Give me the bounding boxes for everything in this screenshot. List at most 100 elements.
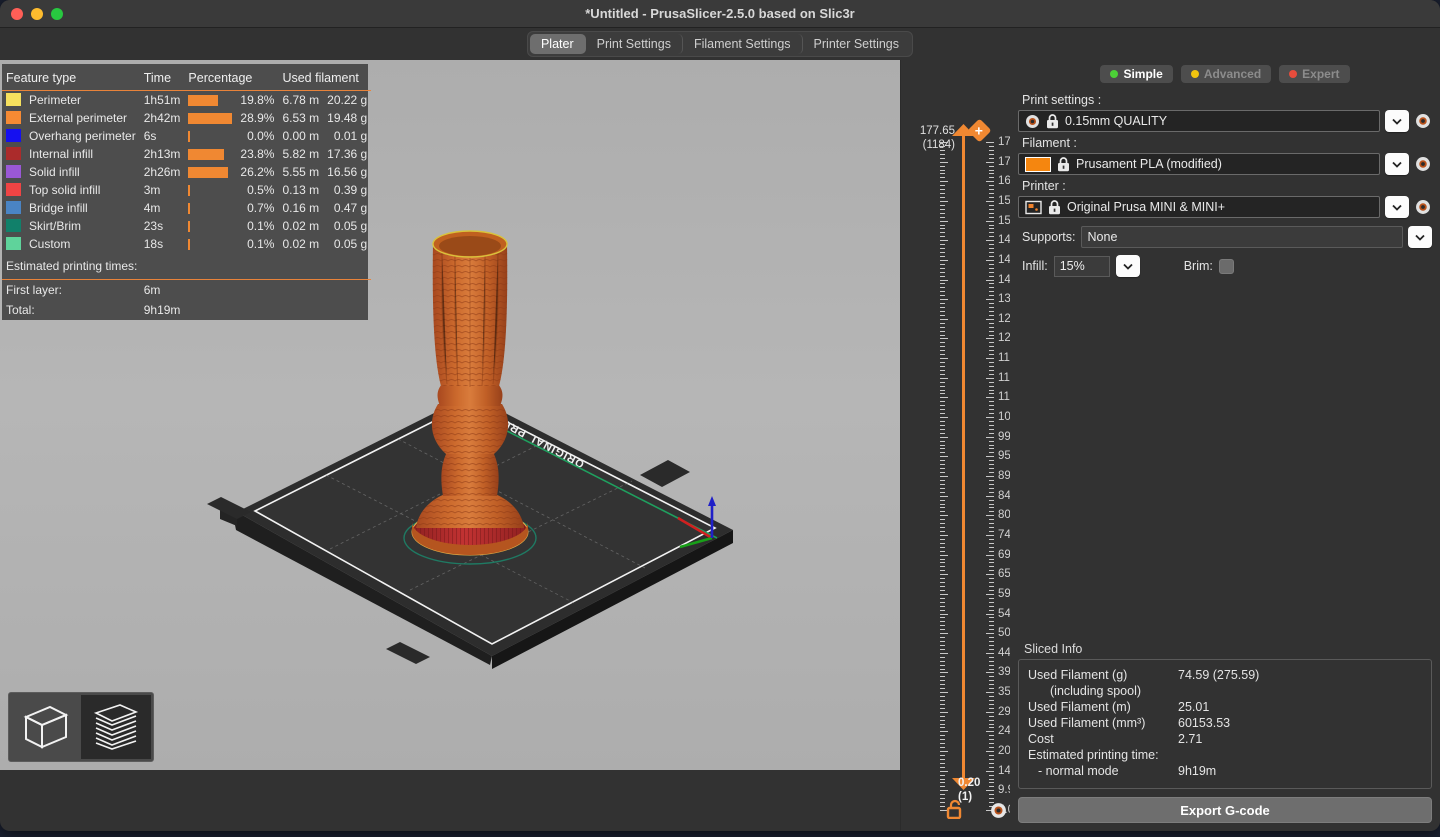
preview-view-button[interactable] [81,695,151,759]
supports-combo[interactable]: None [1080,226,1403,248]
layer-tick [940,711,1002,713]
gear-icon[interactable] [990,802,1007,824]
mode-advanced-button[interactable]: Advanced [1180,65,1272,83]
layer-minor-tick [940,696,1002,698]
print-settings-combo[interactable]: 0.15mm QUALITY [1018,110,1380,132]
feature-weight: 0.39 g [333,183,368,197]
layer-minor-tick [940,193,1002,195]
layer-minor-tick [940,507,1002,509]
layer-minor-tick [940,739,1002,741]
legend-row[interactable]: Bridge infill 4m 0.7% 0.16 m 0.47 g [2,199,371,217]
legend-row[interactable]: Perimeter 1h51m 19.8% 6.78 m 20.22 g [2,91,371,110]
layer-tick [940,358,1002,360]
sliced-info-key: Used Filament (m) [1028,700,1131,714]
feature-color-swatch [6,183,21,196]
layer-minor-tick [940,232,1002,234]
feature-type-table: Feature type Time Percentage Used filame… [2,68,372,320]
layer-tick [940,200,1002,202]
minimize-button[interactable] [31,7,43,20]
printer-edit-icon[interactable] [1414,199,1432,215]
brim-checkbox[interactable] [1218,258,1234,274]
layer-tick [940,613,1002,615]
layer-minor-tick [940,531,1002,532]
sliced-info-value [1178,747,1422,763]
editor-view-button[interactable] [11,695,81,759]
filament-combo[interactable]: Prusament PLA (modified) [1018,153,1380,175]
mode-simple-button[interactable]: Simple [1100,65,1173,83]
print-settings-row: 0.15mm QUALITY [1018,110,1432,132]
print-settings-edit-icon[interactable] [1414,113,1432,129]
feature-percentage: 0.1% [247,219,275,233]
feature-color-swatch [6,129,21,142]
layer-minor-tick [940,153,1002,155]
layer-minor-tick [940,680,1002,682]
layer-minor-tick [940,503,1002,505]
layer-minor-tick [940,444,1002,446]
estimated-times-label: Estimated printing times: [2,253,372,280]
layer-minor-tick [940,248,1002,250]
layer-minor-tick [940,346,1002,348]
legend-feature-cell: Solid infill [2,163,140,181]
layer-minor-tick [940,468,1002,470]
supports-dropdown-arrow[interactable] [1408,226,1432,248]
printer-dropdown-arrow[interactable] [1385,196,1409,218]
infill-dropdown-arrow[interactable] [1115,255,1140,277]
layer-minor-tick [940,185,1002,187]
feature-time: 3m [143,183,161,197]
feature-color-swatch [6,111,21,124]
unlocked-padlock-icon[interactable] [946,799,964,824]
layer-tick [940,731,1002,733]
layer-slider[interactable]: 177.65 (1184) 174.95170.00164.90159.9515… [900,60,1033,831]
legend-row[interactable]: Overhang perimeter 6s 0.0% 0.00 m 0.01 g [2,127,371,145]
feature-length: 5.55 m [282,165,320,179]
textured-vase-model [411,230,529,556]
filament-dropdown-arrow[interactable] [1385,153,1409,175]
printer-label: Printer : [1022,179,1066,193]
mode-simple-label: Simple [1123,67,1163,81]
layer-minor-tick [940,699,1002,701]
window-title: *Untitled - PrusaSlicer-2.5.0 based on S… [585,6,855,21]
feature-length: 0.16 m [282,201,320,215]
layer-minor-tick [940,464,1002,466]
gear-icon [1416,157,1430,171]
total-time-value: 9h19m [143,303,181,317]
feature-name: Internal infill [29,147,94,161]
layer-tick [940,279,1002,281]
feature-name: Overhang perimeter [29,129,136,143]
legend-row[interactable]: Top solid infill 3m 0.5% 0.13 m 0.39 g [2,181,371,199]
feature-length: 0.13 m [282,183,320,197]
tab-plater[interactable]: Plater [529,34,586,54]
right-sidebar: Simple Advanced Expert Print settings : [1010,60,1440,831]
tab-filament-settings[interactable]: Filament Settings [683,34,803,54]
legend-row[interactable]: Internal infill 2h13m 23.8% 5.82 m 17.36 g [2,145,371,163]
layer-minor-tick [940,424,1002,426]
infill-value[interactable]: 15% [1053,255,1110,277]
legend-feature-cell: Top solid infill [2,181,140,199]
legend-row[interactable]: External perimeter 2h42m 28.9% 6.53 m 19.48 … [2,109,371,127]
zoom-button[interactable] [51,7,63,20]
legend-row[interactable]: Custom 18s 0.1% 0.02 m 0.05 g [2,235,371,253]
print-settings-dropdown-arrow[interactable] [1385,110,1409,132]
tab-print-settings[interactable]: Print Settings [586,34,683,54]
feature-percentage-bar [184,235,236,253]
layer-minor-tick [940,440,1002,442]
layer-minor-tick [940,589,1002,591]
printer-combo[interactable]: Original Prusa MINI & MINI+ [1018,196,1380,218]
layer-minor-tick [940,597,1002,599]
layer-minor-tick [940,538,1002,540]
layer-minor-tick [940,491,1002,493]
legend-row[interactable]: Solid infill 2h26m 26.2% 5.55 m 16.56 g [2,163,371,181]
legend-row[interactable]: Skirt/Brim 23s 0.1% 0.02 m 0.05 g [2,217,371,235]
preview-viewport[interactable]: ORIGINAL PRUSA MINI Feature type Time Pe… [0,60,900,770]
filament-edit-icon[interactable] [1414,156,1432,172]
mode-expert-button[interactable]: Expert [1279,65,1350,83]
close-button[interactable] [11,7,23,20]
legend-feature-cell: Custom [2,235,140,253]
export-gcode-button[interactable]: Export G-code [1018,797,1432,823]
layer-minor-tick [940,177,1002,179]
layer-tick [940,554,1002,556]
tab-printer-settings[interactable]: Printer Settings [803,34,910,54]
layer-minor-tick [940,656,1002,658]
layer-tick [940,672,1002,674]
layer-minor-tick [940,582,1002,584]
